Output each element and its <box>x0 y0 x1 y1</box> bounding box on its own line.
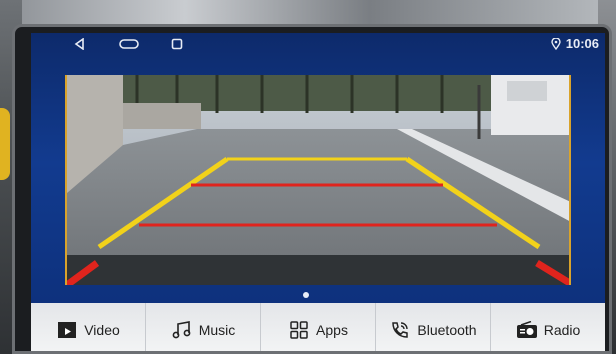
dock-label-music: Music <box>198 322 236 338</box>
status-bar: 10:06 <box>31 33 605 55</box>
music-icon <box>171 319 193 341</box>
location-pin-icon <box>551 37 561 50</box>
head-unit-device: 10:06 Video Music Apps Bluetooth Radio <box>12 24 612 354</box>
rear-camera-view <box>65 75 571 285</box>
photo-background-top <box>0 0 616 24</box>
dock-label-bluetooth: Bluetooth <box>417 322 477 338</box>
bluetooth-phone-icon <box>389 319 411 341</box>
status-right-group: 10:06 <box>551 36 599 51</box>
video-icon <box>56 319 78 341</box>
recent-apps-icon <box>171 38 183 50</box>
dock-item-bluetooth[interactable]: Bluetooth <box>376 303 491 351</box>
home-icon <box>119 39 139 49</box>
camera-image <box>67 75 569 285</box>
back-icon <box>74 38 84 50</box>
app-dock: Video Music Apps Bluetooth Radio <box>31 303 605 351</box>
head-unit-screen: 10:06 Video Music Apps Bluetooth Radio <box>31 33 605 351</box>
apps-grid-icon <box>288 319 310 341</box>
clock-time: 10:06 <box>565 36 599 51</box>
home-button[interactable] <box>117 35 141 53</box>
dock-item-apps[interactable]: Apps <box>261 303 376 351</box>
recent-apps-button[interactable] <box>169 35 185 53</box>
dock-item-video[interactable]: Video <box>31 303 146 351</box>
dock-label-apps: Apps <box>316 322 348 338</box>
radio-icon <box>516 319 538 341</box>
dock-label-video: Video <box>84 322 120 338</box>
back-button[interactable] <box>71 35 89 53</box>
dock-item-music[interactable]: Music <box>146 303 261 351</box>
dock-label-radio: Radio <box>543 322 581 338</box>
yellow-car-edge <box>0 108 10 180</box>
page-indicator-dot <box>303 292 309 298</box>
dock-item-radio[interactable]: Radio <box>491 303 605 351</box>
